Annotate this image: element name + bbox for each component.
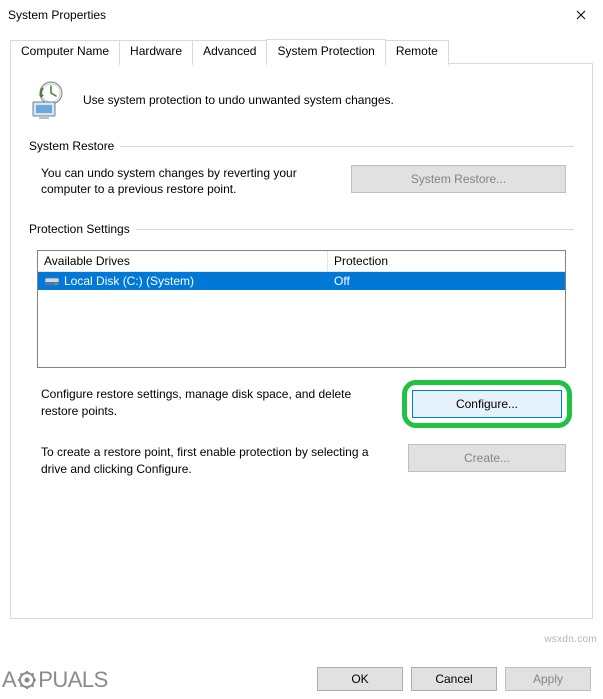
system-restore-legend: System Restore	[29, 139, 120, 153]
drives-header: Available Drives Protection	[38, 251, 565, 272]
drive-status: Off	[328, 273, 565, 289]
configure-highlight-wrap: Configure...	[408, 386, 566, 422]
drives-header-protection[interactable]: Protection	[328, 251, 565, 271]
watermark-logo: A PUALS	[2, 667, 108, 693]
dialog-buttons: OK Cancel Apply	[317, 667, 591, 691]
apply-button: Apply	[505, 667, 591, 691]
tab-strip: Computer Name Hardware Advanced System P…	[10, 38, 593, 64]
tab-system-protection[interactable]: System Protection	[266, 39, 385, 64]
tabs-area: Computer Name Hardware Advanced System P…	[0, 30, 603, 619]
protection-settings-group: Protection Settings Available Drives Pro…	[29, 229, 574, 476]
drives-header-available[interactable]: Available Drives	[38, 251, 328, 271]
configure-button[interactable]: Configure...	[412, 390, 562, 418]
drives-table: Available Drives Protection Local Disk (…	[37, 250, 566, 368]
drive-row[interactable]: Local Disk (C:) (System) Off	[38, 272, 565, 290]
tab-computer-name[interactable]: Computer Name	[10, 40, 120, 65]
system-restore-text: You can undo system changes by reverting…	[41, 165, 333, 197]
intro-row: Use system protection to undo unwanted s…	[29, 80, 574, 120]
drive-name: Local Disk (C:) (System)	[64, 274, 194, 288]
system-restore-group: System Restore You can undo system chang…	[29, 146, 574, 197]
protection-settings-legend: Protection Settings	[29, 222, 136, 236]
window-title: System Properties	[8, 8, 106, 22]
system-restore-button: System Restore...	[351, 165, 566, 193]
tab-hardware[interactable]: Hardware	[119, 40, 193, 65]
cancel-button[interactable]: Cancel	[411, 667, 497, 691]
tab-advanced[interactable]: Advanced	[192, 40, 267, 65]
gear-icon	[17, 670, 37, 690]
titlebar: System Properties	[0, 0, 603, 30]
tab-remote[interactable]: Remote	[385, 40, 449, 65]
configure-text: Configure restore settings, manage disk …	[41, 386, 390, 418]
ok-button[interactable]: OK	[317, 667, 403, 691]
create-button: Create...	[408, 444, 566, 472]
shield-icon	[29, 80, 69, 120]
close-icon	[576, 10, 586, 20]
close-button[interactable]	[558, 1, 603, 29]
tab-content: Use system protection to undo unwanted s…	[10, 64, 593, 619]
drive-icon	[44, 274, 60, 288]
watermark-url: wsxdn.com	[544, 634, 597, 645]
create-text: To create a restore point, first enable …	[41, 444, 390, 476]
intro-text: Use system protection to undo unwanted s…	[83, 93, 394, 107]
